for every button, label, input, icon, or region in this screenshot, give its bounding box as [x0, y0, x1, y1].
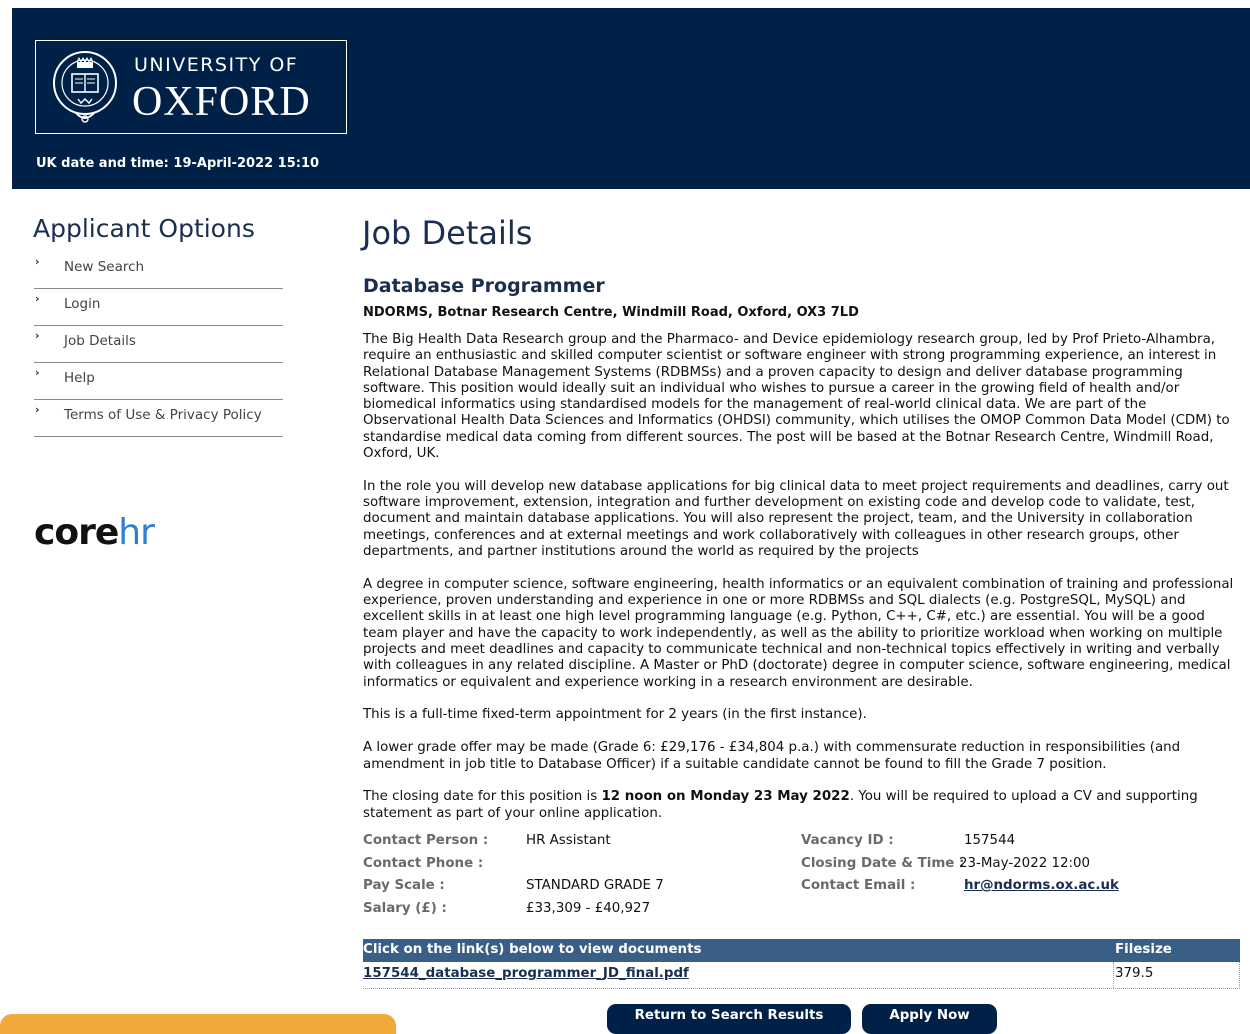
- corehr-hr: hr: [118, 512, 155, 553]
- sidebar-nav: › New Search › Login › Job Details › Hel…: [34, 252, 283, 437]
- filesize-header-label: Filesize: [1115, 942, 1172, 957]
- sidebar-item-terms[interactable]: › Terms of Use & Privacy Policy: [34, 400, 283, 437]
- sidebar-item-label[interactable]: Terms of Use & Privacy Policy: [64, 407, 262, 423]
- job-title: Database Programmer: [363, 275, 605, 297]
- description-paragraph: A lower grade offer may be made (Grade 6…: [363, 740, 1181, 772]
- vacancy-id-label: Vacancy ID :: [801, 833, 894, 848]
- documents-table: Click on the link(s) below to view docum…: [363, 939, 1240, 989]
- sidebar-item-job-details[interactable]: › Job Details: [34, 326, 283, 363]
- document-filesize: 379.5: [1115, 966, 1154, 981]
- closing-date-paragraph: The closing date for this position is 12…: [363, 789, 1238, 822]
- sidebar-item-help[interactable]: › Help: [34, 363, 283, 400]
- chevron-right-icon: ›: [35, 403, 40, 416]
- closing-date-value: 23-May-2022 12:00: [959, 856, 1091, 871]
- sidebar-item-label[interactable]: Help: [64, 370, 95, 386]
- salary-label: Salary (£) :: [363, 901, 447, 916]
- description-paragraph: This is a full-time fixed-term appointme…: [363, 707, 867, 723]
- vacancy-id-value: 157544: [964, 833, 1016, 848]
- contact-person-value: HR Assistant: [526, 833, 611, 848]
- column-divider: [1113, 962, 1114, 988]
- logo-university-of: UNIVERSITY OF: [134, 54, 299, 76]
- return-to-search-results-button[interactable]: Return to Search Results: [607, 1004, 851, 1034]
- vacancy-info: Contact Person : HR Assistant Contact Ph…: [363, 833, 1240, 923]
- contact-email-link[interactable]: hr@ndorms.ox.ac.uk: [964, 878, 1119, 893]
- oxford-crest-icon: [53, 51, 117, 123]
- description-paragraph: The Big Health Data Research group and t…: [363, 332, 1230, 462]
- contact-person-label: Contact Person :: [363, 833, 489, 848]
- sidebar-title: Applicant Options: [33, 214, 255, 243]
- contact-email-label: Contact Email :: [801, 878, 916, 893]
- chevron-right-icon: ›: [35, 255, 40, 268]
- job-location: NDORMS, Botnar Research Centre, Windmill…: [363, 305, 859, 320]
- corehr-core: core: [34, 512, 119, 553]
- sidebar-item-login[interactable]: › Login: [34, 289, 283, 326]
- pay-scale-label: Pay Scale :: [363, 878, 445, 893]
- sidebar-item-label[interactable]: New Search: [64, 259, 144, 275]
- documents-header-label: Click on the link(s) below to view docum…: [363, 942, 702, 957]
- sidebar-item-label[interactable]: Login: [64, 296, 100, 312]
- pay-scale-value: STANDARD GRADE 7: [526, 878, 664, 893]
- cookie-banner-tab[interactable]: [0, 1014, 396, 1034]
- page-title: Job Details: [362, 214, 533, 252]
- table-row: 157544_database_programmer_JD_final.pdf …: [363, 962, 1240, 989]
- sidebar-item-new-search[interactable]: › New Search: [34, 252, 283, 289]
- document-link[interactable]: 157544_database_programmer_JD_final.pdf: [363, 966, 689, 981]
- logo-oxford: OXFORD: [132, 79, 311, 125]
- documents-table-header: Click on the link(s) below to view docum…: [363, 939, 1240, 962]
- uk-datetime: UK date and time: 19-April-2022 15:10: [36, 156, 320, 171]
- site-header: UNIVERSITY OF OXFORD UK date and time: 1…: [12, 8, 1250, 189]
- corehr-logo[interactable]: corehr: [34, 512, 155, 553]
- oxford-logo[interactable]: UNIVERSITY OF OXFORD: [35, 40, 347, 134]
- contact-phone-label: Contact Phone :: [363, 856, 484, 871]
- job-description: The Big Health Data Research group and t…: [363, 332, 1238, 838]
- sidebar-item-label[interactable]: Job Details: [64, 333, 136, 349]
- chevron-right-icon: ›: [35, 292, 40, 305]
- closing-date-label: Closing Date & Time :: [801, 856, 965, 871]
- description-paragraph: In the role you will develop new databas…: [363, 478, 1229, 560]
- description-paragraph: A degree in computer science, software e…: [363, 576, 1234, 690]
- closing-text-bold: 12 noon on Monday 23 May 2022: [601, 789, 850, 805]
- chevron-right-icon: ›: [35, 329, 40, 342]
- apply-now-button[interactable]: Apply Now: [862, 1004, 997, 1034]
- salary-value: £33,309 - £40,927: [526, 901, 651, 916]
- chevron-right-icon: ›: [35, 366, 40, 379]
- closing-text-pre: The closing date for this position is: [363, 789, 602, 805]
